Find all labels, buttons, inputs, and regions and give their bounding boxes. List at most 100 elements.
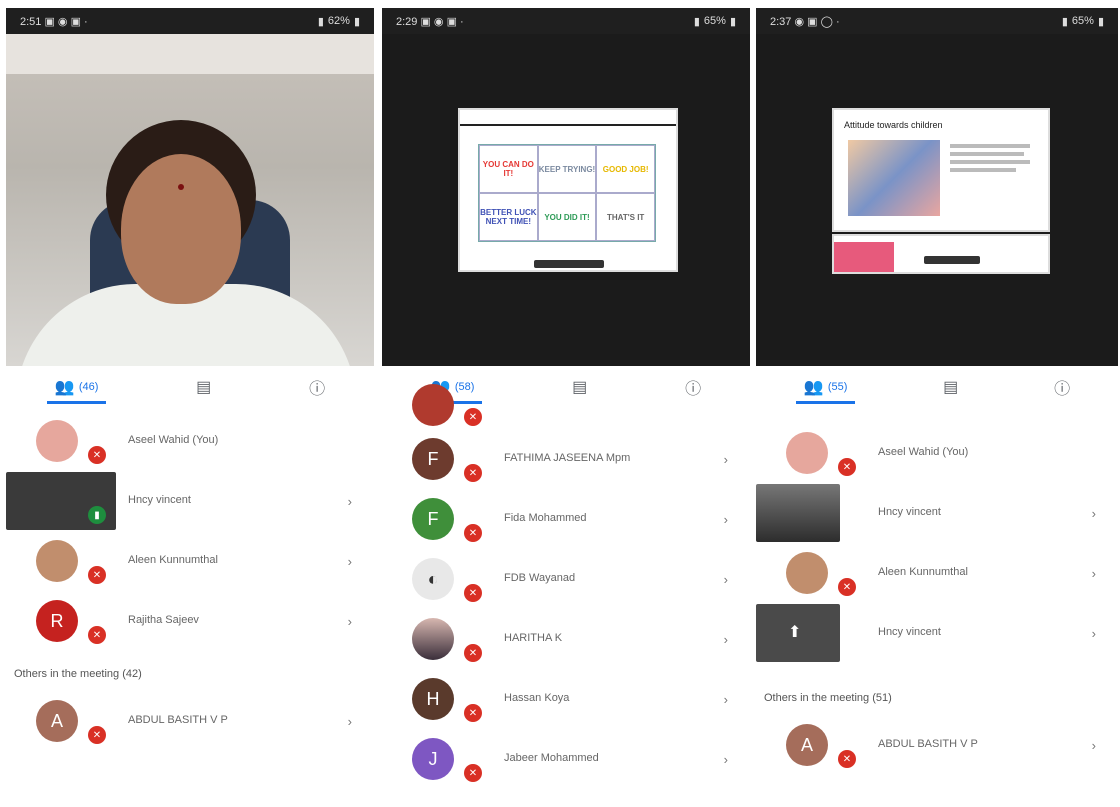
avatar: A: [786, 724, 828, 766]
participant-row[interactable]: ✕ Aseel Wahid (You): [6, 412, 374, 472]
mic-off-icon: ✕: [88, 446, 106, 464]
grid-cell: KEEP TRYING!: [537, 145, 597, 193]
chevron-right-icon[interactable]: ›: [348, 614, 352, 629]
status-time: 2:29: [396, 15, 418, 28]
signal-icon: ▮: [1061, 15, 1068, 28]
participant-name: FATHIMA JASEENA Mpm: [504, 452, 631, 464]
tab-info[interactable]: ⓘ: [301, 366, 333, 408]
slide-controls[interactable]: [534, 260, 604, 268]
tab-people[interactable]: 👥 (55): [795, 366, 856, 408]
grid-cell: GOOD JOB!: [596, 145, 655, 193]
battery-level: 65%: [1071, 15, 1094, 27]
section-header: Others in the meeting (42): [14, 668, 142, 680]
chevron-right-icon[interactable]: ›: [724, 512, 728, 527]
phone-screen-2: 2:29 ▣ ◉ ▣ · ▮ 65% ▮ YOU CAN DO IT! KEEP T…: [382, 8, 750, 798]
chevron-right-icon[interactable]: ›: [1092, 566, 1096, 581]
slide-controls[interactable]: [924, 256, 980, 264]
avatar: A: [36, 700, 78, 742]
status-icons: ▣ ◉ ▣ ·: [44, 15, 88, 28]
tab-info[interactable]: ⓘ: [1046, 366, 1078, 408]
mic-off-icon: ✕: [88, 566, 106, 584]
avatar: [36, 540, 78, 582]
participant-name: Rajitha Sajeev: [128, 614, 199, 626]
participant-row[interactable]: ✕ Aseel Wahid (You): [756, 424, 1118, 484]
chevron-right-icon[interactable]: ›: [1092, 506, 1096, 521]
status-icons: ▣ ◉ ▣ ·: [420, 15, 464, 28]
participant-row[interactable]: ✕ Aleen Kunnumthal ›: [756, 544, 1118, 604]
mic-off-icon: ✕: [464, 524, 482, 542]
participant-row[interactable]: ◐ ✕ FDB Wayanad ›: [382, 550, 750, 610]
chevron-right-icon[interactable]: ›: [348, 554, 352, 569]
chevron-right-icon[interactable]: ›: [724, 692, 728, 707]
participant-name: Hncy vincent: [128, 494, 191, 506]
shared-slide: YOU CAN DO IT! KEEP TRYING! GOOD JOB! BE…: [458, 108, 678, 272]
participant-name: Aseel Wahid (You): [128, 434, 219, 446]
participant-name: Jabeer Mohammed: [504, 752, 599, 764]
slide-grid: YOU CAN DO IT! KEEP TRYING! GOOD JOB! BE…: [478, 144, 656, 242]
battery-icon: ▮: [353, 15, 360, 28]
chevron-right-icon[interactable]: ›: [724, 572, 728, 587]
people-icon: 👥: [54, 379, 75, 396]
mic-off-icon: ✕: [464, 764, 482, 782]
mic-off-icon: ✕: [88, 726, 106, 744]
tab-chat[interactable]: ▤: [188, 366, 219, 408]
participant-list: ✕ Aseel Wahid (You) ▮ Hncy vincent › ✕ A…: [6, 412, 374, 744]
mic-off-icon: ✕: [838, 458, 856, 476]
participant-name: ABDUL BASITH V P: [878, 738, 978, 750]
chevron-right-icon[interactable]: ›: [724, 752, 728, 767]
chevron-right-icon[interactable]: ›: [1092, 738, 1096, 753]
participant-name: FDB Wayanad: [504, 572, 576, 584]
participant-name: Aseel Wahid (You): [878, 446, 969, 458]
status-bar: 2:37 ◉ ▣ ◯ · ▮ 65% ▮: [756, 8, 1118, 34]
chevron-right-icon[interactable]: ›: [724, 452, 728, 467]
participant-name: Hncy vincent: [878, 626, 941, 638]
participant-row[interactable]: Hncy vincent ›: [756, 484, 1118, 544]
phone-screen-1: 2:51 ▣ ◉ ▣ · ▮ 62% ▮ 👥 (46) ▤ ⓘ ✕ Aseel Wah…: [6, 8, 374, 798]
mic-off-icon: ✕: [464, 704, 482, 722]
tab-people[interactable]: 👥 (46): [46, 366, 107, 408]
participant-row-partial: ✕: [382, 384, 750, 430]
participant-row[interactable]: H ✕ Hassan Koya ›: [382, 670, 750, 730]
avatar: F: [412, 498, 454, 540]
chat-icon: ▤: [943, 379, 959, 396]
avatar: [36, 420, 78, 462]
grid-cell: YOU CAN DO IT!: [479, 145, 538, 193]
tab-chat[interactable]: ▤: [935, 366, 966, 408]
mic-off-icon: ✕: [464, 584, 482, 602]
avatar: [786, 552, 828, 594]
participant-list: ✕ F ✕ FATHIMA JASEENA Mpm › F ✕ Fida Moh…: [382, 384, 750, 790]
battery-level: 62%: [327, 15, 350, 27]
participant-row[interactable]: A ✕ ABDUL BASITH V P ›: [756, 716, 1118, 776]
info-icon: ⓘ: [1054, 381, 1071, 398]
shared-screen[interactable]: Attitude towards children: [756, 34, 1118, 366]
status-icons: ◉ ▣ ◯ ·: [794, 15, 840, 28]
shared-screen[interactable]: YOU CAN DO IT! KEEP TRYING! GOOD JOB! BE…: [382, 34, 750, 366]
participant-row[interactable]: A ✕ ABDUL BASITH V P ›: [6, 692, 374, 752]
chevron-right-icon[interactable]: ›: [348, 494, 352, 509]
grid-cell: BETTER LUCK NEXT TIME!: [479, 193, 538, 241]
tab-bar: 👥 (55) ▤ ⓘ: [756, 366, 1118, 408]
mic-off-icon: ✕: [464, 464, 482, 482]
participant-row[interactable]: J ✕ Jabeer Mohammed ›: [382, 730, 750, 790]
participant-row[interactable]: F ✕ Fida Mohammed ›: [382, 490, 750, 550]
avatar: F: [412, 438, 454, 480]
status-bar: 2:51 ▣ ◉ ▣ · ▮ 62% ▮: [6, 8, 374, 34]
participant-row[interactable]: ⬆ Hncy vincent ›: [756, 604, 1118, 664]
participant-name: HARITHA K: [504, 632, 563, 644]
participant-row[interactable]: ▮ Hncy vincent ›: [6, 472, 374, 532]
participant-name: Aleen Kunnumthal: [878, 566, 968, 578]
mic-off-icon: ✕: [464, 644, 482, 662]
chevron-right-icon[interactable]: ›: [724, 632, 728, 647]
chevron-right-icon[interactable]: ›: [1092, 626, 1096, 641]
camera-feed[interactable]: [6, 34, 374, 366]
participant-row[interactable]: F ✕ FATHIMA JASEENA Mpm ›: [382, 430, 750, 490]
status-time: 2:37: [770, 15, 792, 28]
participant-row[interactable]: ✕ HARITHA K ›: [382, 610, 750, 670]
participant-row[interactable]: ✕ Aleen Kunnumthal ›: [6, 532, 374, 592]
chevron-right-icon[interactable]: ›: [348, 714, 352, 729]
participant-row[interactable]: R ✕ Rajitha Sajeev ›: [6, 592, 374, 652]
mic-off-icon: ✕: [838, 578, 856, 596]
speaking-icon: ▮: [88, 506, 106, 524]
participant-name: ABDUL BASITH V P: [128, 714, 228, 726]
people-icon: 👥: [803, 379, 824, 396]
